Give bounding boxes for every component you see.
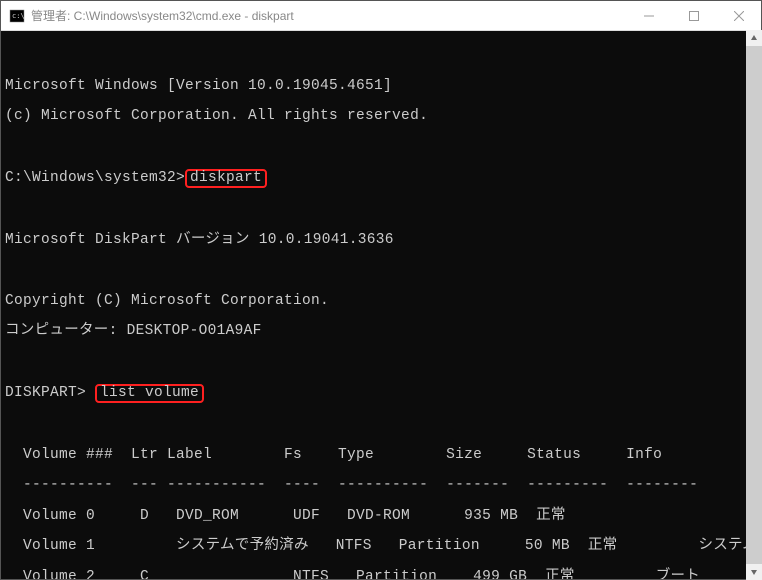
- scroll-down-icon[interactable]: [746, 564, 762, 580]
- close-button[interactable]: [716, 1, 761, 30]
- output-line: [5, 263, 757, 278]
- svg-text:c:\: c:\: [12, 12, 25, 20]
- table-header: Volume ### Ltr Label Fs Type Size Status…: [5, 448, 757, 463]
- scrollbar[interactable]: [746, 30, 762, 580]
- highlight-diskpart: diskpart: [185, 169, 267, 188]
- output-line: [5, 355, 757, 370]
- terminal-output[interactable]: Microsoft Windows [Version 10.0.19045.46…: [1, 31, 761, 579]
- minimize-button[interactable]: [626, 1, 671, 30]
- table-row: Volume 2 C NTFS Partition 499 GB 正常 ブート: [5, 570, 757, 579]
- scroll-up-icon[interactable]: [746, 30, 762, 46]
- table-divider: ---------- --- ----------- ---- --------…: [5, 478, 757, 493]
- window-controls: [626, 1, 761, 30]
- maximize-button[interactable]: [671, 1, 716, 30]
- output-line: Copyright (C) Microsoft Corporation.: [5, 294, 757, 309]
- window-title: 管理者: C:\Windows\system32\cmd.exe - diskp…: [31, 7, 626, 24]
- highlight-list-volume: list volume: [95, 384, 204, 403]
- output-line: C:\Windows\system32>diskpart: [5, 170, 757, 187]
- output-line: (c) Microsoft Corporation. All rights re…: [5, 109, 757, 124]
- output-line: [5, 202, 757, 217]
- scroll-thumb[interactable]: [746, 46, 762, 564]
- table-row: Volume 1 システムで予約済み NTFS Partition 50 MB …: [5, 539, 757, 554]
- output-line: [5, 140, 757, 155]
- prompt: DISKPART>: [5, 385, 95, 401]
- output-line: [5, 417, 757, 432]
- cmd-icon: c:\: [9, 8, 25, 24]
- output-line: コンピューター: DESKTOP-O01A9AF: [5, 324, 757, 339]
- scroll-track[interactable]: [746, 46, 762, 564]
- titlebar[interactable]: c:\ 管理者: C:\Windows\system32\cmd.exe - d…: [1, 1, 761, 31]
- output-line: Microsoft DiskPart バージョン 10.0.19041.3636: [5, 233, 757, 248]
- output-line: DISKPART> list volume: [5, 385, 757, 402]
- prompt: C:\Windows\system32>: [5, 170, 185, 186]
- table-row: Volume 0 D DVD_ROM UDF DVD-ROM 935 MB 正常: [5, 509, 757, 524]
- window: c:\ 管理者: C:\Windows\system32\cmd.exe - d…: [0, 0, 762, 580]
- output-line: Microsoft Windows [Version 10.0.19045.46…: [5, 79, 757, 94]
